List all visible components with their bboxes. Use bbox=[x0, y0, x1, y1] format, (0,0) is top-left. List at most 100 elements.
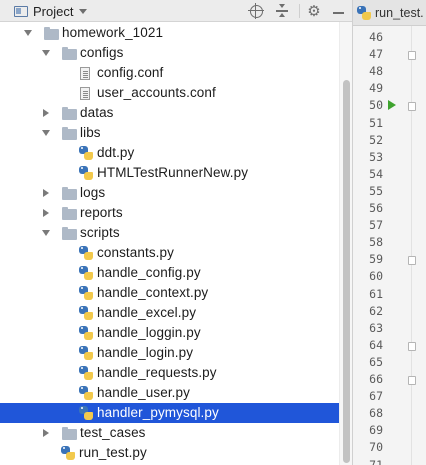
tree-item-label: config.conf bbox=[97, 65, 164, 80]
tree-file-row[interactable]: handle_user.py bbox=[0, 383, 352, 403]
line-number: 70 bbox=[369, 440, 383, 455]
folder-icon bbox=[62, 187, 77, 200]
tree-item-label: HTMLTestRunnerNew.py bbox=[97, 165, 249, 180]
tree-item-label: user_accounts.conf bbox=[97, 85, 216, 100]
line-number: 71 bbox=[369, 457, 383, 465]
python-file-icon bbox=[79, 286, 93, 300]
tree-folder-row[interactable]: datas bbox=[0, 103, 352, 123]
tree-file-row[interactable]: ddt.py bbox=[0, 143, 352, 163]
line-number: 60 bbox=[369, 269, 383, 284]
line-number: 61 bbox=[369, 286, 383, 301]
python-file-icon bbox=[61, 446, 75, 460]
tree-item-label: logs bbox=[80, 185, 106, 200]
tree-file-row[interactable]: HTMLTestRunnerNew.py bbox=[0, 163, 352, 183]
line-number: 59 bbox=[369, 252, 383, 267]
folder-icon bbox=[62, 207, 77, 220]
config-file-icon bbox=[80, 67, 90, 80]
chevron-right-icon[interactable] bbox=[43, 109, 49, 117]
chevron-right-icon[interactable] bbox=[43, 189, 49, 197]
line-number: 68 bbox=[369, 406, 383, 421]
line-number: 64 bbox=[369, 337, 383, 352]
run-gutter-icon[interactable] bbox=[388, 100, 396, 111]
chevron-right-icon[interactable] bbox=[43, 429, 49, 437]
tab-run-test[interactable]: run_test. bbox=[357, 3, 424, 23]
tree-item-label: run_test.py bbox=[79, 445, 147, 460]
line-number: 52 bbox=[369, 132, 383, 147]
tree-scrollbar[interactable] bbox=[339, 22, 352, 465]
project-panel-header: Project ⚙ bbox=[0, 0, 352, 22]
python-file-icon bbox=[357, 6, 371, 20]
chevron-down-icon[interactable] bbox=[42, 230, 50, 236]
crosshair-icon bbox=[247, 2, 264, 19]
chevron-down-icon[interactable] bbox=[42, 50, 50, 56]
tree-item-label: configs bbox=[80, 45, 124, 60]
line-number: 54 bbox=[369, 166, 383, 181]
line-number: 67 bbox=[369, 389, 383, 404]
tree-folder-row[interactable]: homework_1021 bbox=[0, 23, 352, 43]
tree-file-row[interactable]: handle_config.py bbox=[0, 263, 352, 283]
tree-file-row[interactable]: handle_requests.py bbox=[0, 363, 352, 383]
chevron-down-icon[interactable] bbox=[24, 30, 32, 36]
chevron-right-icon[interactable] bbox=[43, 209, 49, 217]
project-view-selector[interactable]: Project bbox=[14, 3, 88, 19]
tree-item-label: reports bbox=[80, 205, 123, 220]
panel-title: Project bbox=[33, 3, 74, 19]
line-number: 47 bbox=[369, 47, 383, 62]
tree-folder-row[interactable]: logs bbox=[0, 183, 352, 203]
tree-file-row[interactable]: handle_excel.py bbox=[0, 303, 352, 323]
python-file-icon bbox=[79, 386, 93, 400]
tree-folder-row[interactable]: configs bbox=[0, 43, 352, 63]
tree-file-row[interactable]: constants.py bbox=[0, 243, 352, 263]
tree-file-row[interactable]: handle_context.py bbox=[0, 283, 352, 303]
fold-marker-icon[interactable] bbox=[408, 341, 416, 351]
tree-file-row[interactable]: config.conf bbox=[0, 63, 352, 83]
tree-file-row[interactable]: handle_login.py bbox=[0, 343, 352, 363]
line-number: 65 bbox=[369, 354, 383, 369]
fold-marker-icon[interactable] bbox=[408, 102, 416, 112]
fold-marker-icon[interactable] bbox=[408, 256, 416, 266]
python-file-icon bbox=[79, 326, 93, 340]
folder-icon bbox=[62, 47, 77, 60]
tree-file-row[interactable]: handle_loggin.py bbox=[0, 323, 352, 343]
tree-folder-row[interactable]: scripts bbox=[0, 223, 352, 243]
line-number: 56 bbox=[369, 201, 383, 215]
project-panel: Project ⚙ homework_1021configs config.con… bbox=[0, 0, 352, 465]
tree-item-label: handle_requests.py bbox=[97, 365, 217, 380]
project-icon bbox=[14, 5, 28, 17]
tree-item-label: scripts bbox=[80, 225, 120, 240]
fold-marker-icon[interactable] bbox=[408, 376, 416, 385]
line-number: 58 bbox=[369, 235, 383, 250]
scrollbar-thumb[interactable] bbox=[343, 80, 350, 463]
python-file-icon bbox=[79, 266, 93, 280]
tab-label: run_test. bbox=[375, 6, 424, 20]
hide-panel-button[interactable] bbox=[330, 3, 346, 19]
chevron-down-icon[interactable] bbox=[42, 130, 50, 136]
line-number: 69 bbox=[369, 423, 383, 438]
python-file-icon bbox=[79, 146, 93, 160]
line-number: 51 bbox=[369, 115, 383, 130]
editor-area: run_test. 46 47 48 49 50 51 52 53 54 55 56 57 58 59 60… bbox=[352, 0, 426, 465]
tree-item-label: handle_loggin.py bbox=[97, 325, 201, 340]
gutter-divider bbox=[411, 26, 412, 465]
line-number: 48 bbox=[369, 64, 383, 79]
tree-item-label: homework_1021 bbox=[62, 25, 164, 40]
locate-file-button[interactable] bbox=[247, 2, 264, 19]
tree-file-row[interactable]: user_accounts.conf bbox=[0, 83, 352, 103]
tree-item-label: datas bbox=[80, 105, 114, 120]
tree-item-label: handle_config.py bbox=[97, 265, 201, 280]
tree-folder-row[interactable]: test_cases bbox=[0, 423, 352, 443]
folder-icon bbox=[44, 27, 59, 40]
collapse-all-button[interactable] bbox=[274, 3, 290, 19]
line-number: 49 bbox=[369, 81, 383, 96]
minimize-icon bbox=[332, 12, 344, 14]
tree-file-row[interactable]: handler_pymysql.py bbox=[0, 403, 352, 423]
settings-button[interactable]: ⚙ bbox=[306, 3, 322, 20]
tree-folder-row[interactable]: reports bbox=[0, 203, 352, 223]
line-number: 46 bbox=[369, 30, 383, 44]
tree-folder-row[interactable]: libs bbox=[0, 123, 352, 143]
tree-file-row[interactable]: run_test.py bbox=[0, 443, 352, 463]
folder-icon bbox=[62, 127, 77, 140]
line-number: 62 bbox=[369, 303, 383, 318]
fold-marker-icon[interactable] bbox=[408, 51, 416, 61]
editor-gutter: 46 47 48 49 50 51 52 53 54 55 56 57 58 59 60 61 62 63 64 65… bbox=[353, 26, 426, 465]
